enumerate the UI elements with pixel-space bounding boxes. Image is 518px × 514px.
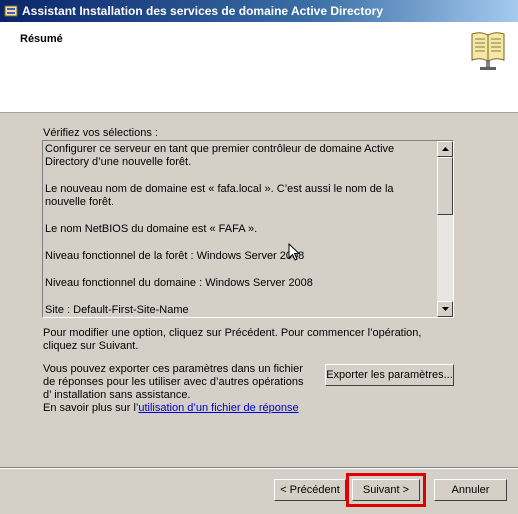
mouse-cursor-icon bbox=[288, 243, 300, 261]
window-title: Assistant Installation des services de d… bbox=[22, 4, 384, 18]
cancel-button[interactable]: Annuler bbox=[434, 479, 507, 501]
arrow-down-icon bbox=[442, 307, 449, 311]
summary-line: Site : Default-First-Site-Name bbox=[45, 304, 189, 316]
summary-line: Le nom NetBIOS du domaine est « FAFA ». bbox=[45, 223, 258, 235]
summary-text: Configurer ce serveur en tant que premie… bbox=[45, 143, 437, 317]
answer-file-link[interactable]: utilisation d’un fichier de réponse bbox=[138, 402, 298, 414]
footer-separator bbox=[0, 467, 518, 469]
export-description: Vous pouvez exporter ces paramètres dans… bbox=[43, 363, 304, 401]
scroll-up-button[interactable] bbox=[437, 141, 453, 157]
previous-button[interactable]: < Précédent bbox=[274, 479, 346, 501]
modify-instructions: Pour modifier une option, cliquez sur Pr… bbox=[43, 327, 422, 352]
wizard-header: Résumé bbox=[0, 22, 518, 113]
title-bar[interactable]: Assistant Installation des services de d… bbox=[0, 0, 518, 22]
arrow-up-icon bbox=[442, 147, 449, 151]
summary-line: Niveau fonctionnel de la forêt : Windows… bbox=[45, 250, 305, 262]
learn-more-text: En savoir plus sur l’utilisation d’un fi… bbox=[43, 402, 299, 415]
scroll-down-button[interactable] bbox=[437, 301, 453, 317]
scroll-thumb[interactable] bbox=[437, 157, 453, 215]
wizard-content: Vérifiez vos sélections : Configurer ce … bbox=[0, 113, 518, 514]
verify-label: Vérifiez vos sélections : bbox=[43, 127, 158, 139]
active-directory-icon bbox=[4, 5, 18, 17]
summary-textbox[interactable]: Configurer ce serveur en tant que premie… bbox=[42, 140, 454, 318]
vertical-scrollbar[interactable] bbox=[437, 141, 453, 317]
summary-line: Configurer ce serveur en tant que premie… bbox=[45, 143, 395, 168]
next-button[interactable]: Suivant > bbox=[346, 473, 426, 507]
page-title: Résumé bbox=[20, 33, 63, 45]
wizard-window: Assistant Installation des services de d… bbox=[0, 0, 518, 514]
export-settings-button[interactable]: Exporter les paramètres... bbox=[325, 364, 454, 386]
summary-line: Niveau fonctionnel du domaine : Windows … bbox=[45, 277, 313, 289]
summary-line: Le nouveau nom de domaine est « fafa.loc… bbox=[45, 183, 394, 208]
learn-more-prefix: En savoir plus sur l’ bbox=[43, 402, 139, 414]
book-icon bbox=[471, 32, 505, 70]
